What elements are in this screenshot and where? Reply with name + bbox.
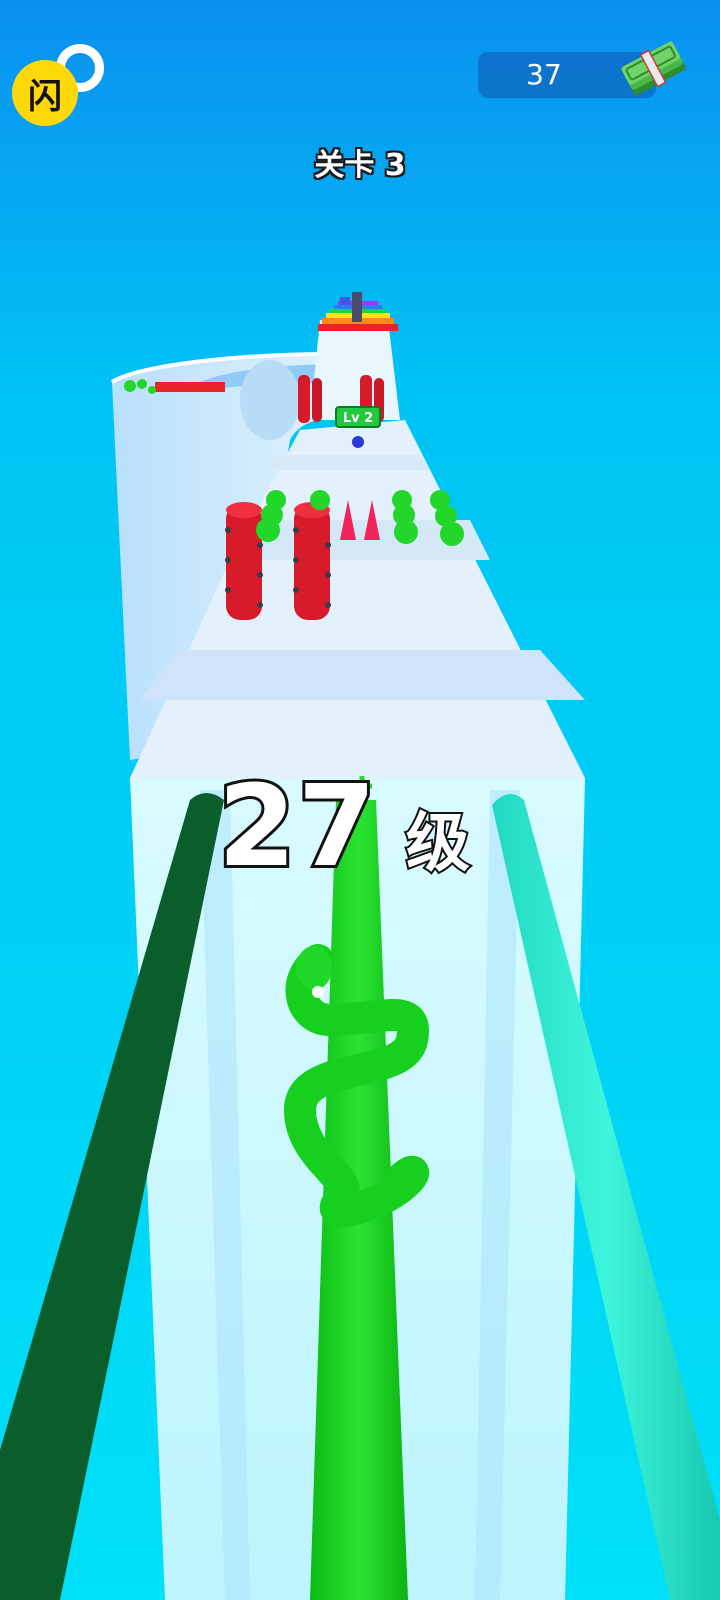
tube-red-block: [155, 382, 225, 392]
blue-gem: [352, 436, 364, 448]
track-stripe: [140, 650, 585, 700]
player-level-display: 27 级: [215, 759, 518, 895]
level-gate-label: Lv 2: [343, 411, 373, 426]
coin-count: 37: [526, 58, 562, 91]
far-flag: [340, 297, 350, 305]
tube-green-ball: [137, 379, 147, 389]
player-level-unit: 级: [404, 805, 472, 883]
far-spike-column: [312, 378, 322, 422]
track-stripe: [270, 455, 430, 470]
tube-green-ball: [148, 386, 156, 394]
far-track: [310, 320, 400, 420]
tube-opening-shadow: [240, 360, 300, 440]
far-boss-figure: [352, 292, 362, 322]
far-spike-column: [298, 375, 310, 423]
logo-disc: 闪: [12, 60, 78, 126]
tube-green-ball: [124, 380, 136, 392]
spike-column-left: [226, 502, 262, 620]
spike-column-right: [294, 502, 330, 620]
far-stairs-red: [318, 324, 398, 331]
player-level-number: 27: [215, 759, 379, 895]
app-logo-icon[interactable]: 闪: [12, 44, 112, 126]
level-title: 关卡 3: [314, 148, 406, 183]
cash-stack-icon: [621, 41, 686, 96]
